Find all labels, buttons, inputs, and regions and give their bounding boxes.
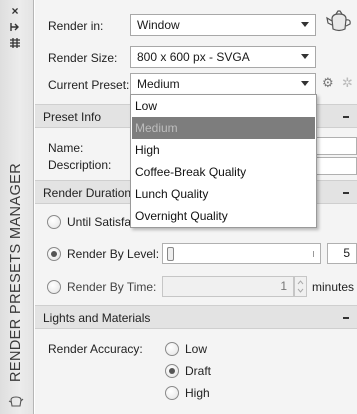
delete-preset-icon[interactable]: ✲	[342, 76, 354, 90]
collapse-icon[interactable]	[343, 116, 349, 118]
current-preset-combo[interactable]: Medium	[130, 73, 316, 95]
accuracy-low-label: Low	[185, 342, 208, 356]
gear-icon[interactable]: ⚙	[322, 76, 334, 90]
render-by-time-radio[interactable]	[47, 280, 61, 294]
time-unit-label: minutes	[312, 280, 355, 294]
slider-thumb[interactable]	[167, 247, 174, 261]
level-value-field[interactable]: 5	[327, 243, 357, 264]
render-in-value: Window	[137, 18, 180, 32]
teapot-icon	[8, 395, 24, 409]
preset-option-medium[interactable]: Medium	[132, 117, 315, 139]
collapse-icon[interactable]	[343, 192, 349, 194]
render-size-combo[interactable]: 800 x 600 px - SVGA	[130, 46, 316, 68]
level-slider[interactable]	[162, 243, 321, 264]
close-icon[interactable]: ×	[6, 4, 24, 18]
slider-tick	[313, 251, 314, 257]
time-spinner[interactable]	[294, 276, 307, 297]
render-accuracy-label: Render Accuracy:	[48, 342, 143, 356]
preset-option-high[interactable]: High	[132, 139, 315, 161]
accuracy-draft-radio[interactable]	[165, 364, 179, 378]
accuracy-high-label: High	[185, 386, 210, 400]
section-title: Render Duration	[43, 186, 132, 200]
accuracy-draft-label: Draft	[185, 364, 212, 378]
section-title: Lights and Materials	[43, 311, 151, 325]
preset-option-overnight[interactable]: Overnight Quality	[132, 205, 315, 227]
render-size-label: Render Size:	[48, 51, 118, 65]
accuracy-high-radio[interactable]	[165, 386, 179, 400]
chevron-down-icon	[301, 54, 309, 59]
name-label: Name:	[48, 141, 84, 155]
description-field[interactable]	[316, 157, 357, 175]
chevron-down-icon	[301, 81, 309, 86]
render-size-value: 800 x 600 px - SVGA	[137, 50, 250, 64]
render-teapot-icon[interactable]	[325, 8, 353, 36]
until-satisfactory-label: Until Satisfa	[67, 215, 132, 229]
description-label: Description:	[48, 158, 112, 172]
time-value-field[interactable]: 1	[162, 276, 294, 297]
properties-icon[interactable]	[6, 37, 24, 51]
name-field[interactable]	[316, 137, 357, 155]
until-satisfactory-radio[interactable]	[47, 215, 61, 229]
accuracy-low-radio[interactable]	[165, 342, 179, 356]
lights-materials-section-header[interactable]: Lights and Materials	[35, 305, 357, 329]
preset-option-lunch[interactable]: Lunch Quality	[132, 183, 315, 205]
preset-option-low[interactable]: Low	[132, 95, 315, 117]
render-by-level-label: Render By Level:	[67, 247, 160, 261]
chevron-down-icon	[301, 22, 309, 27]
render-in-label: Render in:	[48, 19, 104, 33]
section-title: Preset Info	[43, 110, 102, 124]
collapse-icon[interactable]	[343, 317, 349, 319]
auto-hide-icon[interactable]	[6, 21, 24, 35]
preset-option-coffee-break[interactable]: Coffee-Break Quality	[132, 161, 315, 183]
render-in-combo[interactable]: Window	[130, 14, 316, 36]
current-preset-value: Medium	[137, 77, 180, 91]
palette-title: RENDER PRESETS MANAGER	[8, 162, 24, 382]
preset-dropdown-list: Low Medium High Coffee-Break Quality Lun…	[130, 94, 317, 228]
current-preset-label: Current Preset:	[48, 78, 130, 92]
render-by-level-radio[interactable]	[47, 247, 61, 261]
render-by-time-label: Render By Time:	[67, 280, 157, 294]
